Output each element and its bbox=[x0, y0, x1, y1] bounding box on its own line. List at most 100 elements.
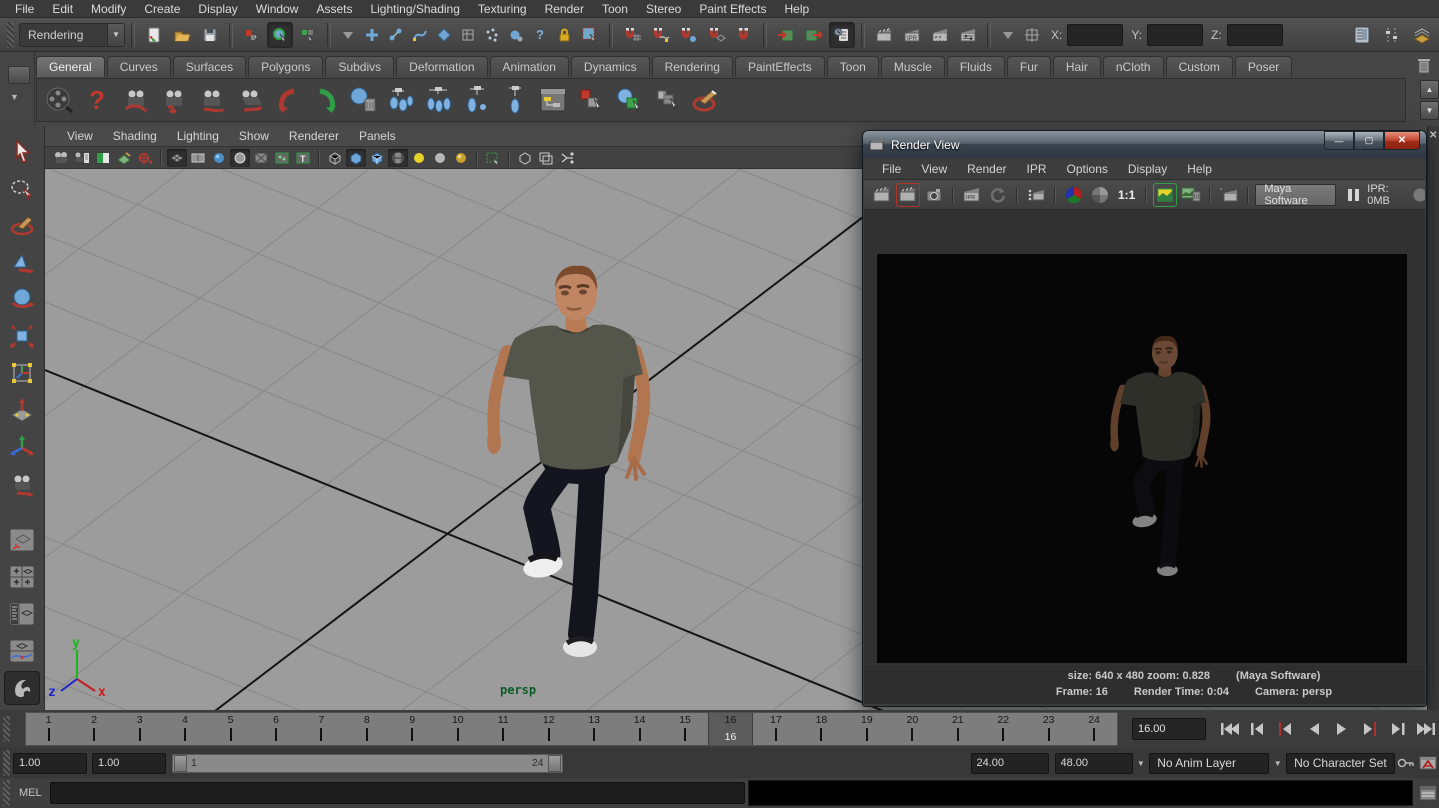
play-backwards-button[interactable] bbox=[1300, 717, 1327, 741]
lock-selection-button[interactable] bbox=[553, 24, 575, 46]
show-attribute-editor-button[interactable] bbox=[1409, 22, 1435, 48]
frame-23[interactable]: 23 bbox=[1026, 713, 1071, 745]
select-misc-button[interactable]: ? bbox=[529, 24, 551, 46]
anim-layer-field[interactable]: No Anim Layer bbox=[1149, 753, 1269, 774]
image-plane-icon[interactable] bbox=[114, 149, 134, 167]
rv-menu-render[interactable]: Render bbox=[957, 162, 1016, 176]
highlight-selection-button[interactable] bbox=[577, 22, 603, 48]
create-character-set-icon[interactable] bbox=[649, 81, 685, 119]
pause-ipr-icon[interactable] bbox=[1348, 189, 1359, 201]
textured-mode-icon[interactable] bbox=[367, 149, 387, 167]
paint-effects-brush-icon[interactable] bbox=[687, 81, 723, 119]
node-editor-icon[interactable] bbox=[535, 81, 571, 119]
last-tool-used-button[interactable] bbox=[4, 467, 40, 501]
panel-menu-renderer[interactable]: Renderer bbox=[279, 129, 349, 143]
snapshot-button[interactable] bbox=[922, 183, 946, 207]
chevron-down-icon[interactable]: ▼ bbox=[1269, 754, 1286, 773]
rotate-tool-button[interactable] bbox=[4, 282, 40, 316]
snap-to-curves-button[interactable] bbox=[647, 22, 673, 48]
render-region-button[interactable] bbox=[1024, 183, 1048, 207]
frame-7[interactable]: 7 bbox=[299, 713, 344, 745]
commandline-grip[interactable] bbox=[3, 780, 10, 806]
shelf-tab-curves[interactable]: Curves bbox=[107, 56, 171, 77]
frame-5[interactable]: 5 bbox=[208, 713, 253, 745]
shelf-tab-general[interactable]: General bbox=[36, 56, 105, 77]
snap-to-projected-center-button[interactable] bbox=[703, 22, 729, 48]
scroll-up-icon[interactable]: ▲ bbox=[1420, 80, 1439, 99]
shelf-tab-hair[interactable]: Hair bbox=[1053, 56, 1101, 77]
snap-to-view-planes-button[interactable] bbox=[731, 22, 757, 48]
shelf-tab-custom[interactable]: Custom bbox=[1166, 56, 1233, 77]
timeslider-grip[interactable] bbox=[3, 716, 10, 742]
shelf-tab-painteffects[interactable]: PaintEffects bbox=[735, 56, 825, 77]
shelf-tab-animation[interactable]: Animation bbox=[490, 56, 569, 77]
frame-3[interactable]: 3 bbox=[117, 713, 162, 745]
show-tool-settings-button[interactable] bbox=[1379, 22, 1405, 48]
panel-menu-show[interactable]: Show bbox=[229, 129, 279, 143]
select-tool-button[interactable] bbox=[4, 134, 40, 168]
menu-paint-effects[interactable]: Paint Effects bbox=[690, 0, 775, 18]
rv-menu-view[interactable]: View bbox=[911, 162, 957, 176]
select-object-button[interactable] bbox=[267, 22, 293, 48]
select-surfaces-button[interactable] bbox=[433, 24, 455, 46]
menu-file[interactable]: File bbox=[6, 0, 43, 18]
isolate-select-icon[interactable] bbox=[483, 149, 503, 167]
frame-18[interactable]: 18 bbox=[799, 713, 844, 745]
ipr-render-button[interactable]: IPR bbox=[899, 22, 925, 48]
open-render-settings-button[interactable]: " bbox=[1217, 183, 1241, 207]
camera-dolly-icon[interactable] bbox=[193, 81, 229, 119]
select-hierarchy-button[interactable] bbox=[239, 22, 265, 48]
camera-attributes-icon[interactable] bbox=[72, 149, 92, 167]
render-settings-button[interactable] bbox=[955, 22, 981, 48]
shelf-tab-surfaces[interactable]: Surfaces bbox=[173, 56, 246, 77]
menu-set-dropdown[interactable]: Rendering ▼ bbox=[19, 23, 125, 47]
open-scene-button[interactable] bbox=[169, 22, 195, 48]
shelf-quick-menu[interactable]: ▼ bbox=[0, 52, 35, 126]
undo-icon[interactable] bbox=[269, 81, 305, 119]
cluster-group-icon[interactable] bbox=[421, 81, 457, 119]
snap-to-points-button[interactable] bbox=[675, 22, 701, 48]
frame-19[interactable]: 19 bbox=[844, 713, 889, 745]
rv-menu-display[interactable]: Display bbox=[1118, 162, 1177, 176]
help-icon[interactable]: ? bbox=[79, 81, 115, 119]
safe-action-icon[interactable] bbox=[272, 149, 292, 167]
select-dynamics-button[interactable] bbox=[481, 24, 503, 46]
shelf-tab-deformation[interactable]: Deformation bbox=[396, 56, 487, 77]
sync-icon[interactable] bbox=[997, 24, 1019, 46]
render-current-frame-button[interactable] bbox=[871, 22, 897, 48]
shelf-menu-button[interactable] bbox=[8, 66, 30, 84]
frame-11[interactable]: 11 bbox=[481, 713, 526, 745]
range-end-handle[interactable] bbox=[548, 755, 561, 772]
smooth-shade-mode-icon[interactable] bbox=[346, 149, 366, 167]
render-canvas-area[interactable] bbox=[864, 210, 1425, 666]
frame-13[interactable]: 13 bbox=[571, 713, 616, 745]
show-channel-box-button[interactable] bbox=[1349, 22, 1375, 48]
select-curves-button[interactable] bbox=[409, 24, 431, 46]
use-no-lighting-icon[interactable] bbox=[430, 149, 450, 167]
scale-tool-button[interactable] bbox=[4, 319, 40, 353]
auto-keyframe-toggle[interactable] bbox=[1417, 752, 1439, 774]
frame-22[interactable]: 22 bbox=[981, 713, 1026, 745]
layout-single-pane-button[interactable] bbox=[4, 523, 40, 557]
use-default-lighting-icon[interactable] bbox=[409, 149, 429, 167]
frame-21[interactable]: 21 bbox=[935, 713, 980, 745]
frame-2[interactable]: 2 bbox=[71, 713, 116, 745]
minimize-button[interactable]: — bbox=[1324, 131, 1354, 150]
lasso-tool-button[interactable] bbox=[4, 171, 40, 205]
frame-24[interactable]: 24 bbox=[1071, 713, 1116, 745]
paint-select-tool-button[interactable] bbox=[4, 208, 40, 242]
panel-menu-shading[interactable]: Shading bbox=[103, 129, 167, 143]
frame-17[interactable]: 17 bbox=[753, 713, 798, 745]
mel-command-input[interactable] bbox=[50, 782, 745, 804]
soft-modification-tool-button[interactable] bbox=[4, 393, 40, 427]
current-frame-indicator[interactable]: 1616 bbox=[708, 713, 753, 745]
z-coordinate-input[interactable] bbox=[1227, 24, 1283, 46]
rangeslider-grip[interactable] bbox=[3, 750, 10, 776]
panel-menu-panels[interactable]: Panels bbox=[349, 129, 406, 143]
frame-9[interactable]: 9 bbox=[390, 713, 435, 745]
wireframe-mode-icon[interactable] bbox=[325, 149, 345, 167]
menu-stereo[interactable]: Stereo bbox=[637, 0, 690, 18]
output-connections-button[interactable] bbox=[801, 22, 827, 48]
film-reel-icon[interactable] bbox=[41, 81, 77, 119]
shelf-tab-poser[interactable]: Poser bbox=[1235, 56, 1292, 77]
